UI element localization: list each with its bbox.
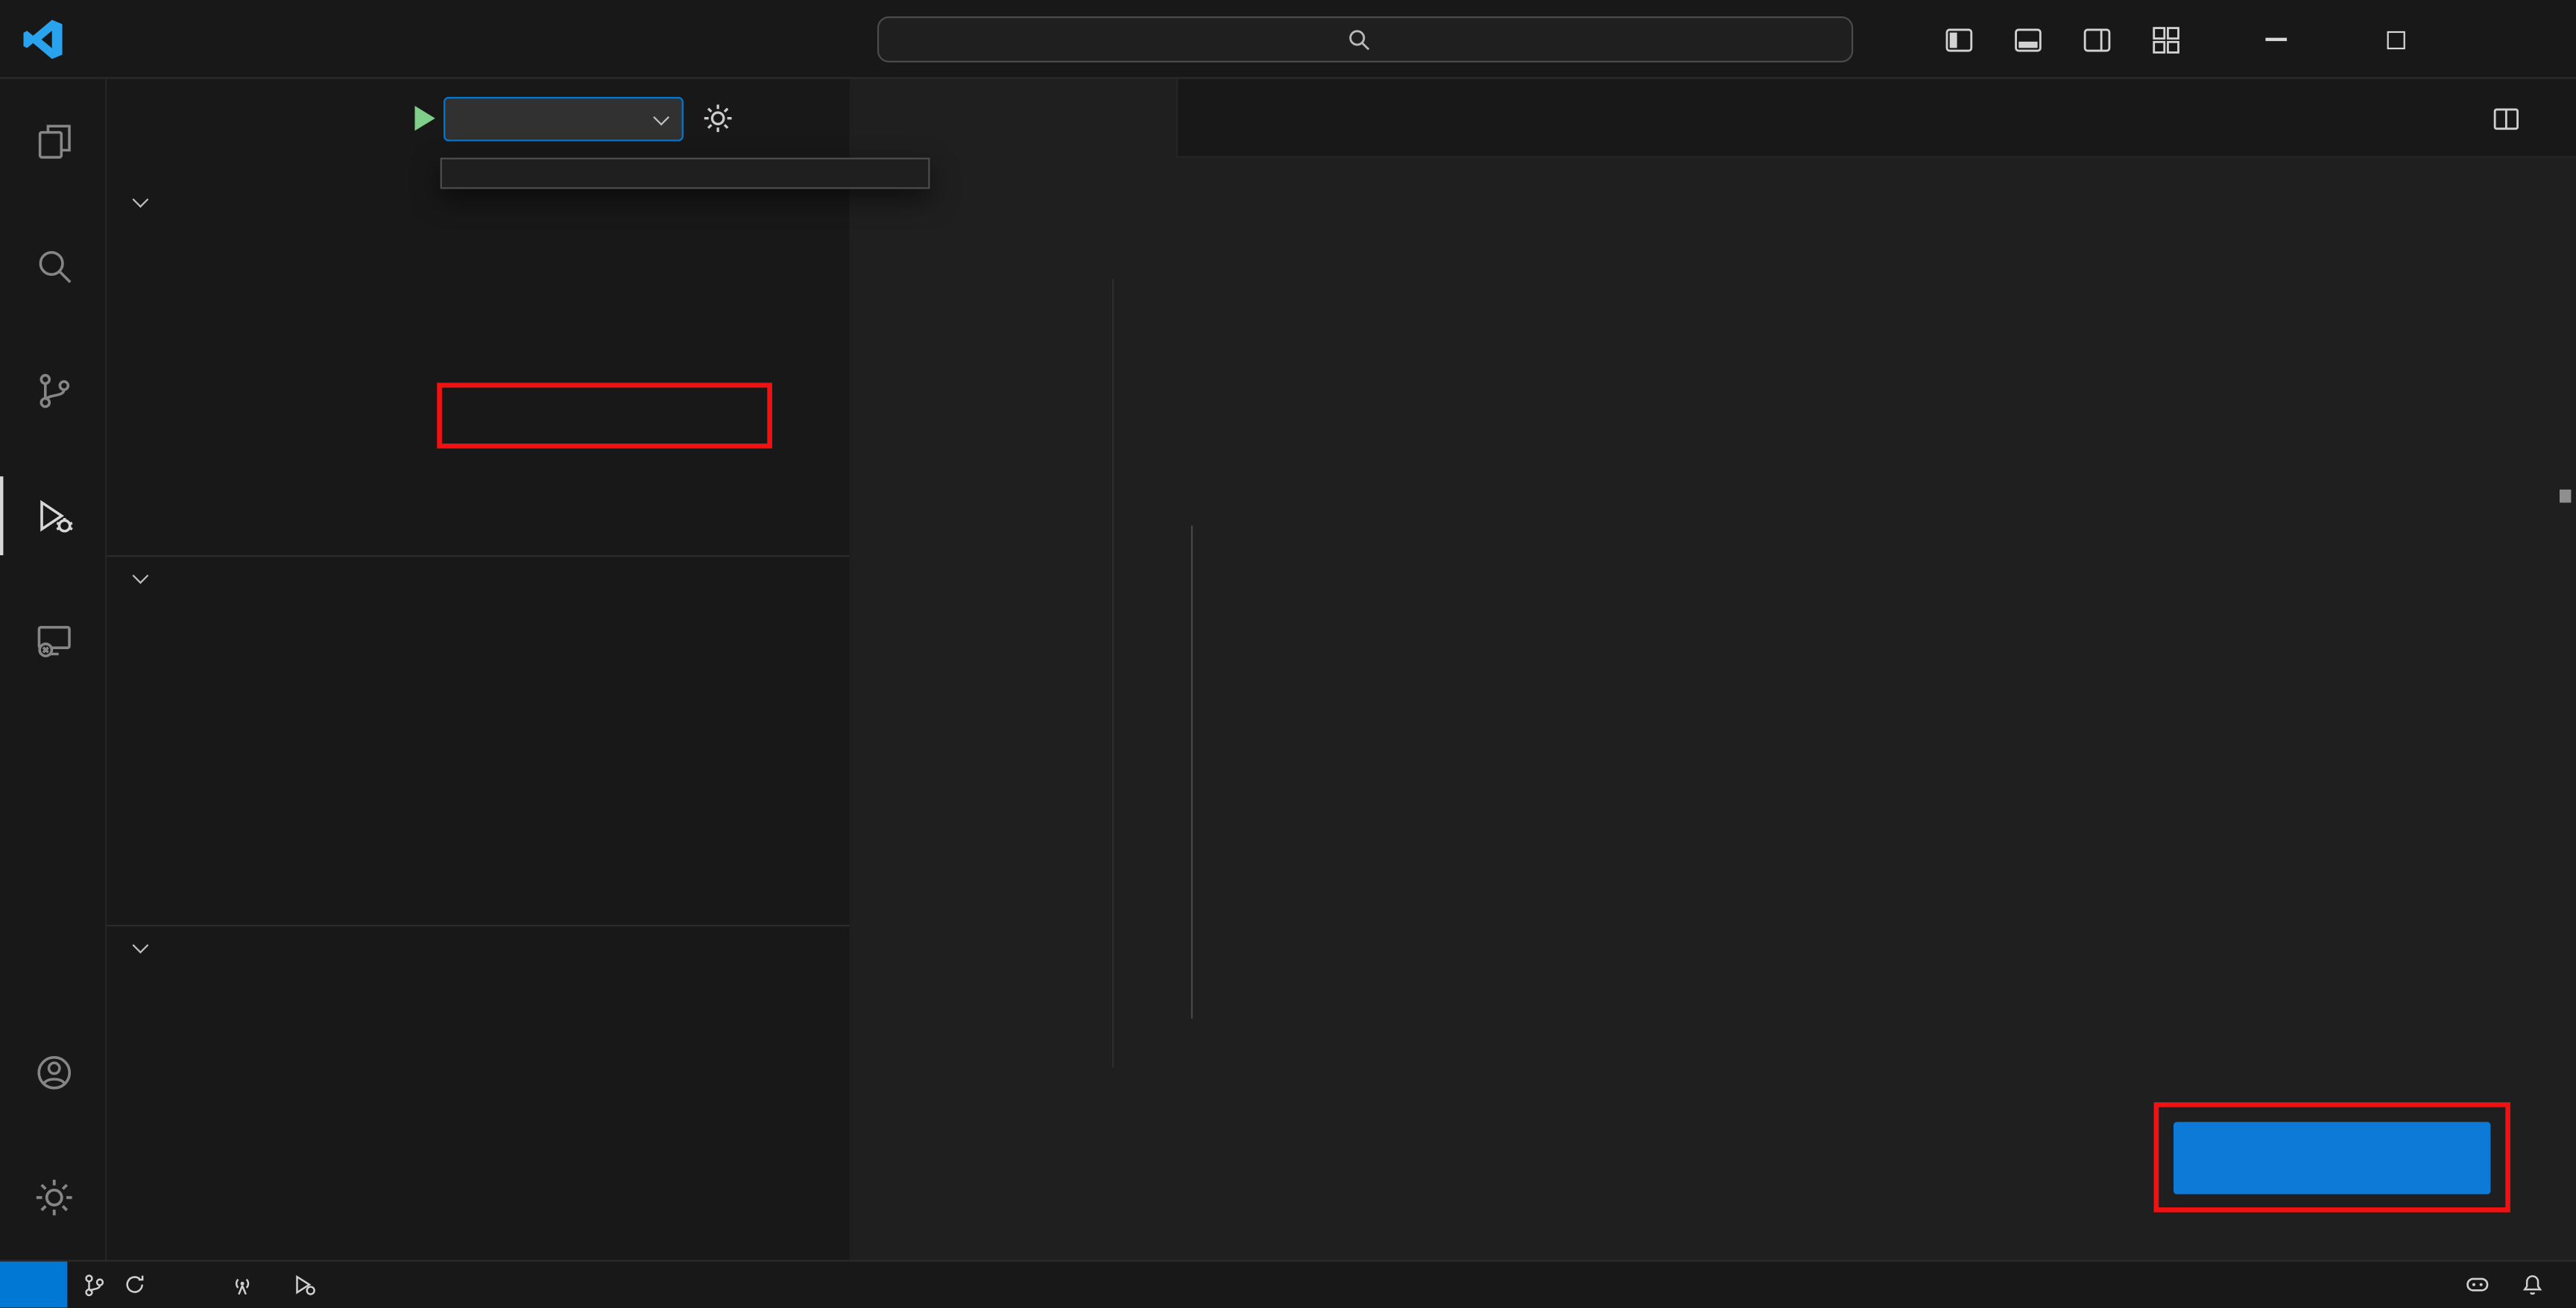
split-editor-icon[interactable] xyxy=(2493,104,2520,132)
layout-controls xyxy=(1939,0,2187,79)
debug-status[interactable] xyxy=(277,1262,340,1308)
debug-configuration-select[interactable] xyxy=(443,97,684,142)
problems-status[interactable] xyxy=(161,1262,215,1308)
section-call-stack xyxy=(107,924,850,970)
git-branch-icon xyxy=(82,1272,107,1297)
gear-icon xyxy=(32,1177,75,1219)
source-control-icon xyxy=(32,370,75,412)
debug-icon xyxy=(292,1272,317,1297)
forward-icon[interactable] xyxy=(787,0,846,79)
activity-bar xyxy=(0,78,107,1260)
notifications-bell[interactable] xyxy=(2505,1272,2560,1297)
minimize-button[interactable] xyxy=(2216,0,2336,79)
copilot-icon xyxy=(2464,1271,2490,1298)
status-bar-right xyxy=(2323,1271,2576,1298)
chevron-down-icon xyxy=(132,191,149,208)
copilot-status[interactable] xyxy=(2449,1271,2505,1298)
add-configuration-button[interactable] xyxy=(2174,1122,2491,1195)
activity-explorer[interactable] xyxy=(0,79,107,204)
tab-launch-json[interactable] xyxy=(849,78,1178,158)
accounts-icon xyxy=(32,1052,75,1094)
start-debugging-button[interactable] xyxy=(405,100,441,136)
debug-settings-gear-icon[interactable] xyxy=(701,102,734,135)
search-icon xyxy=(1346,27,1371,51)
indent-guide xyxy=(1112,279,1114,1068)
branch-status[interactable] xyxy=(67,1262,161,1308)
minimize-icon xyxy=(2265,38,2288,41)
chevron-down-icon xyxy=(653,108,670,125)
title-bar xyxy=(0,0,2576,79)
run-and-debug-sidebar xyxy=(107,78,850,1260)
activity-remote-explorer[interactable] xyxy=(0,578,107,704)
call-stack-section-header[interactable] xyxy=(107,926,849,969)
activity-bar-spacer xyxy=(0,828,105,1011)
debug-views-more-icon[interactable] xyxy=(764,79,810,158)
radio-tower-icon xyxy=(230,1272,255,1297)
explorer-icon xyxy=(32,120,75,162)
toggle-secondary-sidebar-icon[interactable] xyxy=(2077,19,2118,60)
activity-settings[interactable] xyxy=(0,1135,107,1260)
bell-icon xyxy=(2520,1272,2545,1297)
section-watch xyxy=(107,555,850,600)
debug-config-dropdown xyxy=(440,157,930,189)
menu-bar xyxy=(86,0,282,79)
maximize-button[interactable] xyxy=(2336,0,2456,79)
status-bar xyxy=(0,1260,2576,1308)
sync-icon xyxy=(123,1274,146,1297)
chevron-down-icon xyxy=(132,937,149,954)
activity-accounts[interactable] xyxy=(0,1011,107,1136)
chevron-down-icon xyxy=(132,567,149,584)
close-window-button[interactable] xyxy=(2456,0,2576,79)
code-editor[interactable] xyxy=(850,207,2576,1260)
editor-actions xyxy=(2493,79,2557,158)
toggle-primary-sidebar-icon[interactable] xyxy=(1939,19,1980,60)
editor-group xyxy=(849,78,2576,1260)
vscode-window xyxy=(0,0,2576,1308)
remote-explorer-icon xyxy=(32,619,75,662)
activity-source-control[interactable] xyxy=(0,329,107,454)
run-and-debug-icon xyxy=(32,494,75,537)
ports-status[interactable] xyxy=(215,1262,278,1308)
vscode-logo-icon xyxy=(22,18,64,60)
watch-section-header[interactable] xyxy=(107,557,849,599)
window-controls xyxy=(2216,0,2576,79)
indent-guide xyxy=(1190,525,1193,1019)
search-magnifier-icon xyxy=(32,244,75,287)
toggle-panel-icon[interactable] xyxy=(2007,19,2048,60)
overview-ruler-marker xyxy=(2559,489,2572,503)
breadcrumb xyxy=(850,158,2576,207)
customize-layout-icon[interactable] xyxy=(2146,19,2187,60)
tab-bar xyxy=(849,78,2576,158)
back-icon[interactable] xyxy=(718,0,777,79)
maximize-icon xyxy=(2387,30,2405,49)
activity-search[interactable] xyxy=(0,203,107,329)
remote-indicator[interactable] xyxy=(0,1262,68,1308)
activity-run-and-debug[interactable] xyxy=(0,453,107,578)
command-center-search[interactable] xyxy=(877,16,1854,63)
activity-more-views[interactable] xyxy=(0,703,107,828)
